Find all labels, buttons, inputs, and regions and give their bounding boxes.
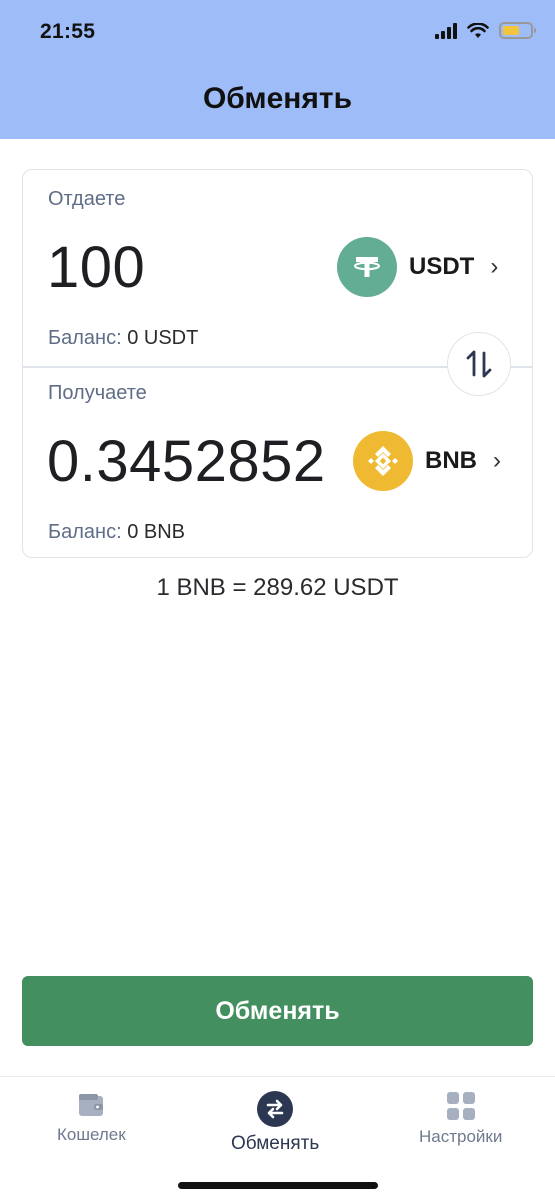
wifi-icon [467, 22, 489, 39]
battery-icon [499, 22, 536, 39]
binance-coin-icon [353, 431, 413, 491]
chevron-right-icon: › [493, 447, 501, 474]
home-indicator [178, 1182, 378, 1189]
receive-balance-value: 0 BNB [127, 521, 186, 543]
swap-arrows-icon [466, 350, 492, 378]
tab-settings-label: Настройки [419, 1127, 503, 1146]
tab-exchange[interactable]: Обменять [231, 1091, 319, 1155]
tab-settings[interactable]: Настройки [419, 1091, 502, 1147]
give-balance: Баланс: 0 USDT [48, 327, 198, 350]
tab-wallet-label: Кошелек [57, 1125, 126, 1144]
receive-amount-output: 0.3452852 [47, 429, 326, 494]
receive-balance: Баланс: 0 BNB [48, 521, 185, 544]
give-amount-input[interactable]: 100 [47, 234, 327, 301]
cellular-signal-icon [435, 22, 457, 39]
receive-label: Получаете [48, 382, 147, 404]
receive-coin-symbol: BNB [425, 447, 477, 474]
page-title: Обменять [202, 82, 353, 115]
exchange-rate: 1 BNB = 289.62 USDT [156, 574, 399, 601]
tab-exchange-label: Обменять [231, 1133, 320, 1154]
tab-wallet[interactable]: Кошелек [57, 1091, 126, 1145]
give-balance-value: 0 USDT [127, 327, 199, 349]
settings-grid-icon [446, 1092, 475, 1120]
give-coin-symbol: USDT [409, 253, 475, 280]
swap-direction-button[interactable] [447, 332, 511, 396]
give-label: Отдаете [48, 188, 126, 210]
exchange-card: Отдаете 100 USDT › Баланс: 0 USDT Получа… [22, 169, 533, 558]
exchange-button[interactable]: Обменять [22, 976, 533, 1046]
exchange-icon [257, 1091, 294, 1127]
status-icons [435, 22, 536, 39]
receive-coin-selector[interactable]: BNB › [353, 431, 501, 491]
chevron-right-icon: › [490, 253, 499, 280]
give-balance-label: Баланс: [48, 327, 122, 349]
app-header: 21:55 Обменять [0, 0, 555, 139]
wallet-icon [79, 1094, 104, 1116]
tether-icon [337, 237, 397, 297]
receive-balance-label: Баланс: [48, 521, 122, 543]
give-coin-selector[interactable]: USDT › [337, 237, 498, 297]
status-time: 21:55 [40, 20, 96, 43]
